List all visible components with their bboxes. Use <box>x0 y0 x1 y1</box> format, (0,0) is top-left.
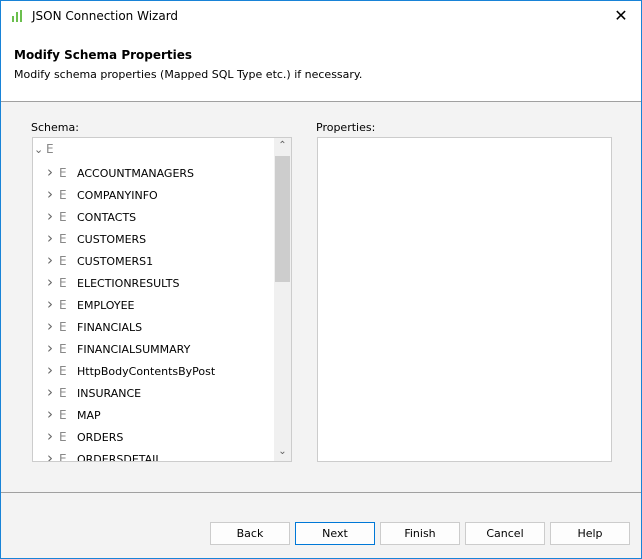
entity-icon: E <box>46 142 54 156</box>
chevron-right-icon[interactable]: › <box>47 317 59 335</box>
page-title: Modify Schema Properties <box>14 48 193 62</box>
scroll-down-icon[interactable]: ⌄ <box>274 446 291 457</box>
tree-item[interactable]: › E CUSTOMERS <box>47 229 146 247</box>
tree-item-label: ORDERSDETAIL <box>77 453 162 462</box>
properties-label: Properties: <box>316 121 376 134</box>
tree-item[interactable]: › E HttpBodyContentsByPost <box>47 361 215 379</box>
chevron-right-icon[interactable]: › <box>47 163 59 181</box>
tree-item[interactable]: › E ACCOUNTMANAGERS <box>47 163 194 181</box>
entity-icon: E <box>59 452 67 462</box>
entity-icon: E <box>59 188 67 202</box>
window-title: JSON Connection Wizard <box>32 9 179 23</box>
tree-item[interactable]: › E ORDERS <box>47 427 123 445</box>
chevron-right-icon[interactable]: › <box>47 427 59 445</box>
page-subtitle: Modify schema properties (Mapped SQL Typ… <box>14 68 363 81</box>
close-icon[interactable]: ✕ <box>609 4 633 28</box>
entity-icon: E <box>59 298 67 312</box>
chevron-right-icon[interactable]: › <box>47 449 59 461</box>
tree-item-label: HttpBodyContentsByPost <box>77 365 216 378</box>
chevron-right-icon[interactable]: › <box>47 273 59 291</box>
tree-item-label: CUSTOMERS1 <box>77 255 154 268</box>
properties-panel[interactable] <box>317 137 612 462</box>
entity-icon: E <box>59 364 67 378</box>
wizard-header: Modify Schema Properties Modify schema p… <box>1 32 641 102</box>
tree-item-label: ORDERS <box>77 431 124 444</box>
entity-icon: E <box>59 254 67 268</box>
tree-item[interactable]: › E COMPANYINFO <box>47 185 158 203</box>
back-button[interactable]: Back <box>210 522 290 545</box>
tree-item-label: ELECTIONRESULTS <box>77 277 180 290</box>
tree-item[interactable]: › E CUSTOMERS1 <box>47 251 153 269</box>
cancel-button[interactable]: Cancel <box>465 522 545 545</box>
chevron-right-icon[interactable]: › <box>47 185 59 203</box>
entity-icon: E <box>59 320 67 334</box>
tree-item[interactable]: › E CONTACTS <box>47 207 136 225</box>
tree-item-label: FINANCIALSUMMARY <box>77 343 191 356</box>
chevron-down-icon[interactable]: ⌄ <box>34 141 46 159</box>
tree-item[interactable]: › E FINANCIALSUMMARY <box>47 339 190 357</box>
title-bar: JSON Connection Wizard ✕ <box>1 1 641 32</box>
footer-divider <box>1 492 641 493</box>
chevron-right-icon[interactable]: › <box>47 361 59 379</box>
tree-item-label: MAP <box>77 409 101 422</box>
finish-button[interactable]: Finish <box>380 522 460 545</box>
chevron-right-icon[interactable]: › <box>47 383 59 401</box>
entity-icon: E <box>59 276 67 290</box>
tree-item-label: EMPLOYEE <box>77 299 135 312</box>
help-button[interactable]: Help <box>550 522 630 545</box>
tree-item-label: INSURANCE <box>77 387 142 400</box>
tree-item-label: COMPANYINFO <box>77 189 158 202</box>
tree-item-label: CUSTOMERS <box>77 233 147 246</box>
entity-icon: E <box>59 232 67 246</box>
tree-item[interactable]: › E FINANCIALS <box>47 317 142 335</box>
tree-item-label: FINANCIALS <box>77 321 143 334</box>
tree-item-label: ACCOUNTMANAGERS <box>77 167 195 180</box>
tree-item[interactable]: › E ORDERSDETAIL <box>47 449 162 462</box>
tree-root[interactable]: ⌄ E <box>34 140 64 158</box>
tree-item[interactable]: › E ELECTIONRESULTS <box>47 273 180 291</box>
chevron-right-icon[interactable]: › <box>47 339 59 357</box>
next-button[interactable]: Next <box>295 522 375 545</box>
tree-item[interactable]: › E EMPLOYEE <box>47 295 135 313</box>
chevron-right-icon[interactable]: › <box>47 207 59 225</box>
schema-tree[interactable]: ⌄ E › E ACCOUNTMANAGERS › E COMPANYINFO › E CONTA… <box>32 137 292 462</box>
tree-item[interactable]: › E MAP <box>47 405 101 423</box>
vertical-scrollbar[interactable]: ⌃ ⌄ <box>274 138 291 461</box>
entity-icon: E <box>59 430 67 444</box>
entity-icon: E <box>59 408 67 422</box>
tree-item[interactable]: › E INSURANCE <box>47 383 141 401</box>
scrollbar-thumb[interactable] <box>275 156 290 282</box>
chevron-right-icon[interactable]: › <box>47 405 59 423</box>
schema-label: Schema: <box>31 121 79 134</box>
chevron-right-icon[interactable]: › <box>47 229 59 247</box>
entity-icon: E <box>59 210 67 224</box>
tree-item-label: CONTACTS <box>77 211 137 224</box>
chevron-right-icon[interactable]: › <box>47 251 59 269</box>
scroll-up-icon[interactable]: ⌃ <box>274 140 291 151</box>
entity-icon: E <box>59 386 67 400</box>
entity-icon: E <box>59 166 67 180</box>
wizard-window: JSON Connection Wizard ✕ Modify Schema P… <box>0 0 642 559</box>
chevron-right-icon[interactable]: › <box>47 295 59 313</box>
app-icon <box>12 10 22 22</box>
entity-icon: E <box>59 342 67 356</box>
